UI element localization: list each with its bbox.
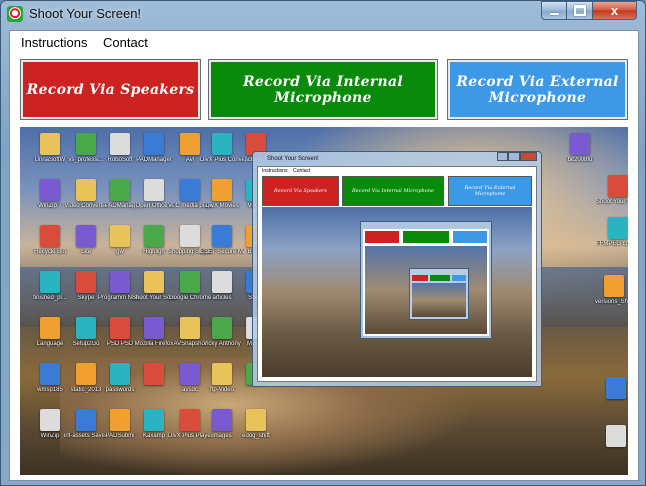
file-icon [76, 363, 96, 385]
desktop-icon-54 [594, 423, 628, 467]
file-icon [180, 225, 200, 247]
file-icon [180, 133, 200, 155]
file-icon [606, 425, 626, 447]
file-icon [212, 271, 232, 293]
inner-screen-preview [262, 207, 532, 377]
record-speakers-button[interactable]: Record Via Speakers [20, 59, 201, 120]
file-icon [40, 179, 60, 201]
file-icon [110, 179, 130, 201]
record-external-mic-label: Record Via External Microphone [450, 62, 625, 117]
client-area: Instructions Contact Record Via Speakers… [9, 30, 639, 481]
file-icon [212, 133, 232, 155]
file-icon [110, 409, 130, 431]
file-icon [144, 409, 164, 431]
minimize-icon [549, 12, 559, 15]
file-icon [180, 179, 200, 201]
desktop-icon-label: Shoot Your Screen [596, 199, 628, 205]
file-icon [144, 225, 164, 247]
file-icon [180, 409, 200, 431]
close-icon: x [610, 3, 619, 18]
inner-record-speakers: Record Via Speakers [262, 176, 339, 206]
inner-caption-buttons [497, 152, 537, 161]
preview-inner-window: Shoot Your Screen! Instructions Contact … [252, 151, 542, 387]
file-icon [180, 271, 200, 293]
inner-menu: Instructions Contact [262, 168, 310, 174]
file-icon [110, 225, 130, 247]
file-icon [40, 409, 60, 431]
record-speakers-label: Record Via Speakers [23, 62, 198, 117]
inner-record-external: Record Via External Microphone [448, 176, 532, 206]
nested-window-2 [360, 221, 492, 339]
inner-record-internal: Record Via Internal Microphone [342, 176, 444, 206]
caption-buttons: x [541, 1, 637, 20]
file-icon [144, 179, 164, 201]
file-icon [212, 409, 232, 431]
nested-window-3 [409, 268, 469, 320]
file-icon [40, 317, 60, 339]
desktop-icon-label: bit2008fu [567, 157, 593, 163]
file-icon [76, 179, 96, 201]
file-icon [40, 271, 60, 293]
file-icon [570, 133, 590, 155]
inner-menu-instructions: Instructions [262, 168, 288, 174]
file-icon [76, 271, 96, 293]
desktop-icon-48: edog_shift [234, 407, 278, 451]
desktop-icon-50: Shoot Your Screen [596, 173, 628, 217]
file-icon [212, 363, 232, 385]
title-bar[interactable]: Shoot Your Screen! x [1, 1, 645, 27]
menu-bar: Instructions Contact [10, 31, 638, 53]
desktop-icon-52: versions_Sh... [592, 273, 628, 317]
file-icon [212, 225, 232, 247]
file-icon [212, 179, 232, 201]
desktop-icon-label: edog_shift [242, 433, 270, 439]
close-button[interactable]: x [593, 1, 637, 20]
desktop-icon-label: versions_Sh... [594, 299, 628, 305]
file-icon [144, 271, 164, 293]
inner-window-title: Shoot Your Screen! [267, 156, 319, 162]
menu-instructions[interactable]: Instructions [21, 35, 87, 50]
file-icon [180, 317, 200, 339]
window-title: Shoot Your Screen! [29, 6, 142, 21]
desktop-icon-53 [594, 375, 628, 419]
inner-client: Instructions Contact Record Via Speakers… [257, 166, 537, 382]
file-icon [608, 175, 628, 197]
file-icon [110, 133, 130, 155]
inner-menu-contact: Contact [293, 168, 311, 174]
file-icon [144, 363, 164, 385]
app-window: Shoot Your Screen! x Instructions Contac… [0, 0, 646, 486]
menu-contact[interactable]: Contact [103, 35, 148, 50]
file-icon [76, 225, 96, 247]
file-icon [76, 317, 96, 339]
desktop-icon-49: bit2008fu [558, 131, 602, 175]
file-icon [40, 225, 60, 247]
file-icon [606, 377, 626, 399]
record-external-mic-button[interactable]: Record Via External Microphone [447, 59, 628, 120]
file-icon [76, 133, 96, 155]
file-icon [110, 317, 130, 339]
record-internal-mic-label: Record Via Internal Microphone [211, 62, 435, 117]
record-internal-mic-button[interactable]: Record Via Internal Microphone [208, 59, 438, 120]
file-icon [76, 409, 96, 431]
maximize-button[interactable] [567, 1, 593, 20]
file-icon [604, 275, 624, 297]
file-icon [608, 217, 628, 239]
file-icon [110, 271, 130, 293]
file-icon [144, 317, 164, 339]
desktop-icon-51: FFMPEG commands [596, 215, 628, 259]
file-icon [144, 133, 164, 155]
file-icon [212, 317, 232, 339]
maximize-icon [573, 5, 586, 16]
file-icon [40, 133, 60, 155]
screen-preview: UnnaSoftW vs_professi... RoboSoft PADManag… [20, 127, 628, 475]
file-icon [40, 363, 60, 385]
file-icon [246, 409, 266, 431]
file-icon [110, 363, 130, 385]
desktop-icon-label: FFMPEG commands [596, 241, 628, 247]
minimize-button[interactable] [541, 1, 567, 20]
file-icon [180, 363, 200, 385]
target-icon [7, 6, 23, 22]
